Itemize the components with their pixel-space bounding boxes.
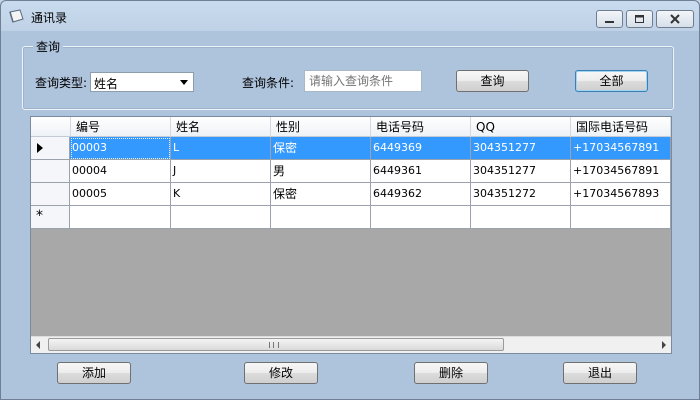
row-header[interactable] <box>31 183 70 206</box>
new-row-cell[interactable] <box>70 206 171 229</box>
query-condition-label: 查询条件: <box>242 76 295 90</box>
row-header[interactable] <box>31 137 70 160</box>
table-cell[interactable]: 保密 <box>271 183 371 206</box>
new-row-cell[interactable] <box>271 206 371 229</box>
table-cell[interactable]: 保密 <box>271 137 371 160</box>
column-header[interactable]: QQ <box>471 117 571 137</box>
column-header[interactable]: 编号 <box>71 117 171 137</box>
scrollbar-thumb[interactable] <box>48 338 504 351</box>
new-row-cell[interactable] <box>371 206 471 229</box>
horizontal-scrollbar[interactable] <box>31 336 671 353</box>
new-row-cell[interactable] <box>171 206 271 229</box>
close-button[interactable] <box>656 10 694 28</box>
new-row-icon: * <box>36 208 43 224</box>
minimize-button[interactable] <box>596 10 623 28</box>
query-group-title: 查询 <box>33 38 64 55</box>
column-header[interactable]: 姓名 <box>171 117 271 137</box>
query-type-label: 查询类型: <box>35 76 88 90</box>
column-header[interactable]: 电话号码 <box>371 117 471 137</box>
table-cell[interactable]: 00005 <box>70 183 171 206</box>
current-row-icon <box>37 143 43 153</box>
main-window: 通讯录 查询 查询类型: 姓名 查询条件: 查询 全部 编号 姓名 性别 电话号… <box>0 0 700 400</box>
query-condition-input[interactable] <box>304 70 422 92</box>
table-cell[interactable]: 6449362 <box>371 183 471 206</box>
query-type-value: 姓名 <box>94 77 119 91</box>
table-cell[interactable]: 00003 <box>70 137 171 160</box>
table-cell[interactable]: J <box>171 160 271 183</box>
table-cell[interactable]: L <box>171 137 271 160</box>
maximize-button[interactable] <box>626 10 653 28</box>
scroll-left-icon[interactable] <box>36 341 40 349</box>
add-button[interactable]: 添加 <box>57 362 131 384</box>
table-cell[interactable]: +17034567893 <box>571 183 671 206</box>
table-cell[interactable]: K <box>171 183 271 206</box>
close-icon <box>670 14 680 24</box>
table-cell[interactable]: 00004 <box>70 160 171 183</box>
new-row-cell[interactable] <box>571 206 671 229</box>
table-cell[interactable]: 304351272 <box>471 183 571 206</box>
maximize-icon <box>635 15 644 23</box>
title-bar[interactable]: 通讯录 <box>1 1 699 31</box>
chevron-down-icon <box>180 80 188 85</box>
exit-button[interactable]: 退出 <box>563 362 637 384</box>
table-cell[interactable]: 6449369 <box>371 137 471 160</box>
edit-button[interactable]: 修改 <box>244 362 318 384</box>
table-cell[interactable]: +17034567891 <box>571 137 671 160</box>
grid-corner-header <box>31 117 71 137</box>
table-cell[interactable]: 304351277 <box>471 137 571 160</box>
grip-icon <box>269 342 279 348</box>
query-button[interactable]: 查询 <box>456 70 529 92</box>
column-header[interactable]: 国际电话号码 <box>571 117 671 137</box>
contacts-grid[interactable]: 编号 姓名 性别 电话号码 QQ 国际电话号码 00003 L 保密 64493… <box>30 116 672 354</box>
delete-button[interactable]: 删除 <box>414 362 488 384</box>
new-row-cell[interactable] <box>471 206 571 229</box>
scroll-right-icon[interactable] <box>662 341 666 349</box>
table-cell[interactable]: +17034567891 <box>571 160 671 183</box>
table-cell[interactable]: 6449361 <box>371 160 471 183</box>
table-cell[interactable]: 男 <box>271 160 371 183</box>
query-type-select[interactable]: 姓名 <box>90 72 194 92</box>
app-icon <box>9 9 24 23</box>
row-header[interactable]: * <box>31 206 70 229</box>
column-header[interactable]: 性别 <box>271 117 371 137</box>
row-header[interactable] <box>31 160 70 183</box>
minimize-icon <box>605 21 614 23</box>
table-cell[interactable]: 304351277 <box>471 160 571 183</box>
window-title: 通讯录 <box>31 11 68 25</box>
show-all-button[interactable]: 全部 <box>575 70 648 92</box>
